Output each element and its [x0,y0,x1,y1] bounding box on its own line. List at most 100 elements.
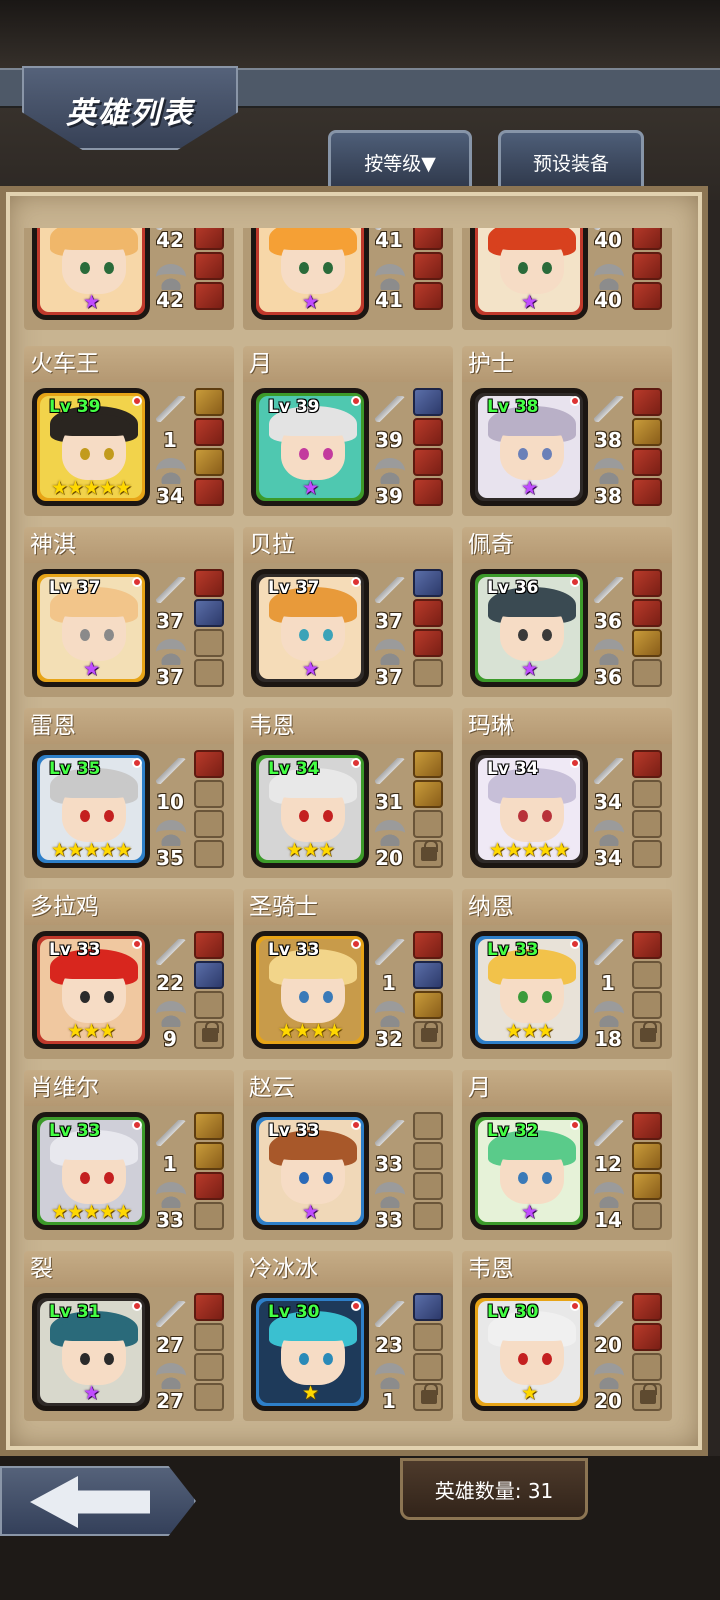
equipment-slot[interactable] [413,599,443,627]
equipment-slot[interactable] [413,478,443,506]
equipment-slot[interactable] [413,1293,443,1321]
equipment-slot[interactable] [194,961,224,989]
equipment-slot[interactable] [413,228,443,250]
equipment-slot[interactable] [413,750,443,778]
hero-grid[interactable]: 火车王 Lv 39 ★★★★★ 1 34 月 Lv 39 ★ 39 39 护士 Lv 38 ★ 38 38 神… [24,346,688,1426]
equipment-slot[interactable] [194,659,224,687]
equipment-slot[interactable] [194,629,224,657]
hero-portrait[interactable]: Lv 36 ★ [470,569,588,687]
equipment-slot[interactable] [632,1202,662,1230]
equipment-slot[interactable] [413,659,443,687]
equipment-slot[interactable] [632,448,662,476]
equipment-slot[interactable] [413,1323,443,1351]
equipment-slot[interactable] [632,599,662,627]
hero-portrait[interactable]: Lv 34 ★★★★★ [470,750,588,868]
hero-card[interactable]: 佩奇 Lv 36 ★ 36 36 [462,527,672,699]
equipment-slot[interactable] [194,418,224,446]
equipment-slot[interactable] [194,840,224,868]
equipment-slot[interactable] [413,418,443,446]
equipment-slot[interactable] [632,629,662,657]
equipment-slot[interactable] [632,478,662,506]
equipment-slot[interactable] [413,252,443,280]
hero-portrait[interactable]: Lv 31 ★ [32,1293,150,1411]
equipment-slot[interactable] [194,388,224,416]
hero-card[interactable]: 韦恩 Lv 30 ★ 20 20 [462,1251,672,1423]
hero-card[interactable]: 玛琳 Lv 34 ★★★★★ 34 34 [462,708,672,880]
equipment-slot[interactable] [194,991,224,1019]
equipment-slot[interactable] [413,1172,443,1200]
equipment-slot[interactable] [413,1112,443,1140]
equipment-slot[interactable] [632,991,662,1019]
equipment-slot[interactable] [194,569,224,597]
equipment-slot[interactable] [632,1142,662,1170]
equipment-slot[interactable] [194,1112,224,1140]
hero-card[interactable]: 纳恩 Lv 33 ★★★ 1 18 [462,889,672,1061]
equipment-slot[interactable] [194,780,224,808]
equipment-slot[interactable] [413,991,443,1019]
equipment-slot[interactable] [194,1142,224,1170]
equipment-slot[interactable] [413,448,443,476]
equipment-slot[interactable] [413,810,443,838]
equipment-slot[interactable] [632,418,662,446]
equipment-slot[interactable] [632,1172,662,1200]
equipment-slot[interactable] [413,629,443,657]
hero-portrait[interactable]: Lv 33 ★ [251,1112,369,1230]
equipment-slot[interactable] [413,931,443,959]
hero-card[interactable]: 冷冰冰 Lv 30 ★ 23 1 [243,1251,453,1423]
hero-portrait[interactable]: Lv 38 ★ [470,388,588,506]
equipment-slot[interactable] [413,1202,443,1230]
equipment-slot[interactable] [194,1202,224,1230]
hero-portrait[interactable]: Lv 30 ★ [251,1293,369,1411]
equipment-slot[interactable] [632,569,662,597]
equipment-slot[interactable] [632,810,662,838]
equipment-slot[interactable] [194,810,224,838]
locked-slot[interactable] [632,1021,662,1049]
equipment-slot[interactable] [194,1293,224,1321]
equipment-slot[interactable] [413,1142,443,1170]
hero-card[interactable]: 肖维尔 Lv 33 ★★★★★ 1 33 [24,1070,234,1242]
equipment-slot[interactable] [194,1323,224,1351]
hero-card[interactable]: 贝拉 Lv 37 ★ 37 37 [243,527,453,699]
hero-portrait[interactable]: Lv 33 ★★★ [470,931,588,1049]
locked-slot[interactable] [194,1021,224,1049]
hero-card[interactable]: 圣骑士 Lv 33 ★★★★ 1 32 [243,889,453,1061]
equipment-slot[interactable] [632,282,662,310]
hero-card[interactable]: 赵云 Lv 33 ★ 33 33 [243,1070,453,1242]
equipment-slot[interactable] [632,840,662,868]
hero-portrait[interactable]: Lv 39 ★★★★★ [32,388,150,506]
equipment-slot[interactable] [632,961,662,989]
hero-portrait[interactable]: Lv 33 ★★★★★ [32,1112,150,1230]
locked-slot[interactable] [413,1021,443,1049]
locked-slot[interactable] [632,1383,662,1411]
hero-card[interactable]: 月 Lv 32 ★ 12 14 [462,1070,672,1242]
equipment-slot[interactable] [194,599,224,627]
hero-portrait[interactable]: Lv 39 ★ [251,388,369,506]
equipment-slot[interactable] [632,388,662,416]
hero-card[interactable]: Lv 40 ★ 40 40 [462,228,672,332]
equipment-slot[interactable] [632,228,662,250]
equipment-slot[interactable] [194,1172,224,1200]
hero-card[interactable]: 火车王 Lv 39 ★★★★★ 1 34 [24,346,234,518]
locked-slot[interactable] [413,840,443,868]
hero-portrait[interactable]: Lv 40 ★ [470,228,588,320]
equipment-slot[interactable] [194,1353,224,1381]
equipment-slot[interactable] [632,780,662,808]
equipment-slot[interactable] [632,1353,662,1381]
hero-portrait[interactable]: Lv 41 ★ [251,228,369,320]
equipment-slot[interactable] [194,1383,224,1411]
equipment-slot[interactable] [413,1353,443,1381]
hero-portrait[interactable]: Lv 32 ★ [470,1112,588,1230]
equipment-slot[interactable] [632,750,662,778]
hero-portrait[interactable]: Lv 35 ★★★★★ [32,750,150,868]
hero-card[interactable]: 裂 Lv 31 ★ 27 27 [24,1251,234,1423]
equipment-slot[interactable] [194,478,224,506]
equipment-slot[interactable] [194,931,224,959]
locked-slot[interactable] [413,1383,443,1411]
hero-card[interactable]: 护士 Lv 38 ★ 38 38 [462,346,672,518]
equipment-slot[interactable] [413,780,443,808]
equipment-slot[interactable] [413,961,443,989]
equipment-slot[interactable] [632,931,662,959]
equipment-slot[interactable] [194,750,224,778]
equipment-slot[interactable] [632,659,662,687]
hero-card[interactable]: Lv 41 ★ 41 41 [243,228,453,332]
